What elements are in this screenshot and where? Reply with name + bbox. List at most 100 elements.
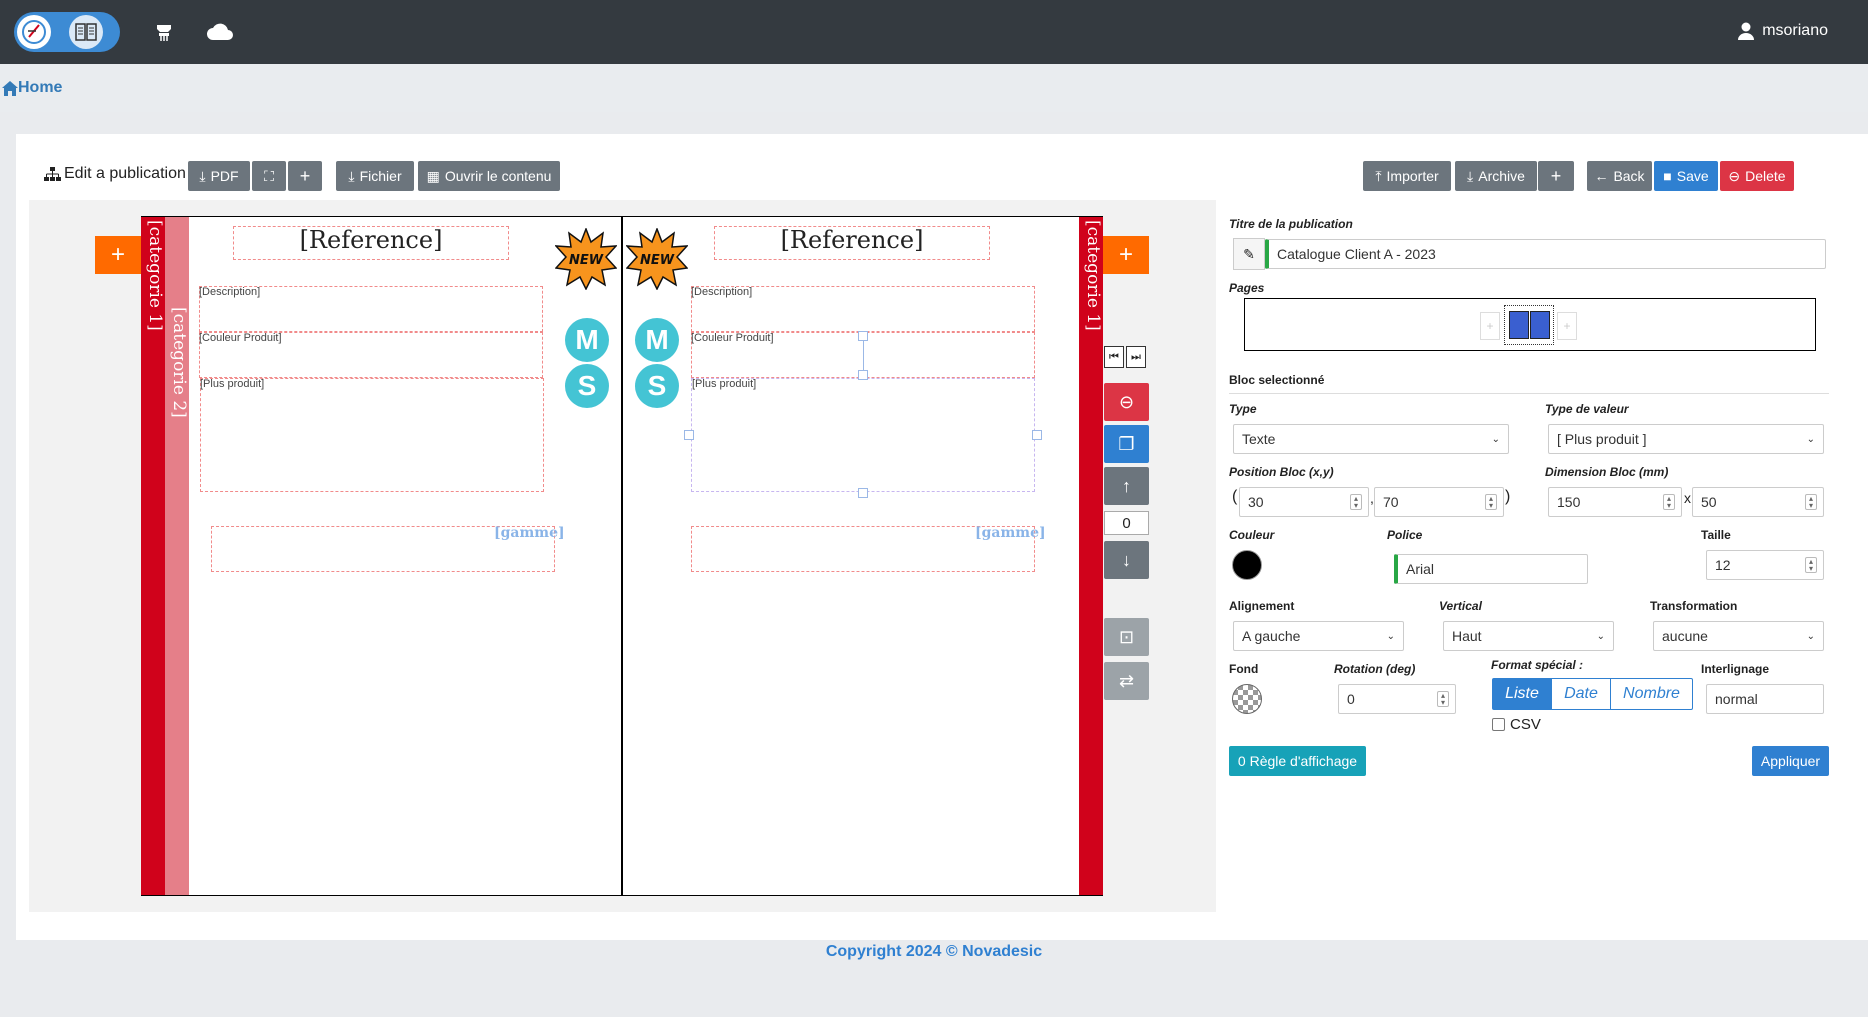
footer-copyright: Copyright 2024 © Novadesic [825, 943, 1043, 960]
resize-handle-right[interactable] [1032, 430, 1042, 440]
pos-y-input[interactable]: 70 ▴ ▾ [1374, 487, 1504, 517]
resize-handle-top[interactable] [858, 370, 868, 380]
right-new-badge-icon[interactable]: NEW [626, 228, 688, 290]
plus-icon: + [1550, 165, 1562, 186]
pos-x-input[interactable]: 30 ▴ ▾ [1239, 487, 1369, 517]
right-circle-s[interactable]: S [635, 364, 679, 408]
page-title-text: Edit a publication [64, 165, 186, 182]
layer-up-button[interactable]: ↑ [1104, 467, 1149, 505]
regle-affichage-button[interactable]: 0 Règle d'affichage [1229, 746, 1366, 776]
right-plus-block-selected[interactable] [691, 378, 1035, 492]
taille-value: 12 [1715, 557, 1731, 573]
fichier-button[interactable]: ⤓ Fichier [336, 161, 414, 191]
left-new-badge-icon[interactable]: NEW [555, 228, 617, 290]
edit-icon[interactable]: ✎ [1233, 238, 1265, 270]
dim-w-input[interactable]: 150 ▴ ▾ [1548, 487, 1682, 517]
left-plus-block[interactable] [200, 378, 544, 492]
table-icon: ▦ [426, 167, 440, 184]
crop-button[interactable]: ⛶ [252, 161, 286, 191]
left-category1-bar[interactable]: [categorie 1] [141, 217, 165, 895]
page-spread-thumbnail[interactable] [1504, 305, 1554, 345]
appliquer-button[interactable]: Appliquer [1752, 746, 1829, 776]
dim-h-input[interactable]: 50 ▴ ▾ [1692, 487, 1824, 517]
left-circle-m[interactable]: M [565, 318, 609, 362]
stepper-icon[interactable]: ▴ ▾ [1663, 494, 1675, 510]
top-navbar: msoriano [0, 0, 1868, 64]
alignement-select[interactable]: A gauche ⌄ [1233, 621, 1404, 651]
swap-image-button[interactable]: ⇄ [1104, 662, 1149, 700]
layer-index-field[interactable]: 0 [1104, 511, 1149, 535]
format-liste-button[interactable]: Liste [1492, 678, 1552, 710]
vertical-select[interactable]: Haut ⌄ [1443, 621, 1614, 651]
rotation-input[interactable]: 0 ▴ ▾ [1338, 684, 1456, 714]
resize-handle-left[interactable] [684, 430, 694, 440]
resize-handle-bottom[interactable] [858, 488, 868, 498]
fit-image-button[interactable]: ⊡ [1104, 618, 1149, 656]
fond-label: Fond [1229, 662, 1259, 676]
delete-label: Delete [1745, 168, 1786, 184]
left-circle-s[interactable]: S [565, 364, 609, 408]
transformation-select[interactable]: aucune ⌄ [1653, 621, 1824, 651]
add-page-right-button[interactable]: + [1103, 236, 1149, 274]
interlignage-label: Interlignage [1701, 662, 1770, 676]
layer-down-button[interactable]: ↓ [1104, 541, 1149, 579]
pdf-button[interactable]: ⤓ PDF [188, 161, 250, 191]
stepper-icon[interactable]: ▴ ▾ [1805, 557, 1817, 573]
importer-button[interactable]: ⤒ Importer [1363, 161, 1451, 191]
right-circle-m[interactable]: M [635, 318, 679, 362]
add-button[interactable]: + [288, 161, 322, 191]
breadcrumb-home[interactable]: Home [18, 79, 62, 97]
paren-open: ( [1232, 488, 1238, 505]
user-menu[interactable]: msoriano [1738, 22, 1828, 40]
color-swatch[interactable] [1232, 550, 1262, 580]
stepper-icon[interactable]: ▴ ▾ [1350, 494, 1362, 510]
remove-block-button[interactable]: ⊖ [1104, 383, 1149, 421]
app-switcher[interactable] [14, 12, 120, 52]
save-button[interactable]: ■ Save [1654, 161, 1718, 191]
police-label: Police [1387, 528, 1423, 542]
fond-transparent-swatch[interactable] [1232, 684, 1262, 714]
format-date-button[interactable]: Date [1551, 678, 1611, 710]
arrow-left-icon: ← [1594, 168, 1609, 184]
rotate-handle[interactable] [858, 331, 868, 341]
right-category1-bar[interactable]: [categorie 1] [1079, 217, 1103, 895]
copy-block-button[interactable]: ❐ [1104, 425, 1149, 463]
csv-checkbox[interactable] [1492, 718, 1505, 731]
right-couleur-text: [Couleur Produit] [691, 332, 774, 344]
sitemap-icon [44, 166, 61, 181]
home-icon[interactable] [2, 80, 18, 96]
police-input[interactable]: Arial [1394, 554, 1588, 584]
stepper-icon[interactable]: ▴ ▾ [1437, 691, 1449, 707]
dim-h-value: 50 [1701, 494, 1717, 510]
stepper-icon[interactable]: ▴ ▾ [1485, 494, 1497, 510]
plus-icon: + [1118, 241, 1133, 268]
stepper-icon[interactable]: ▴ ▾ [1805, 494, 1817, 510]
vertical-value: Haut [1452, 628, 1482, 644]
titre-input[interactable]: Catalogue Client A - 2023 [1265, 239, 1826, 269]
valeur-select[interactable]: [ Plus produit ] ⌄ [1548, 424, 1824, 454]
archive-button[interactable]: ⤓ Archive [1455, 161, 1537, 191]
appliquer-label: Appliquer [1760, 753, 1821, 769]
add-page-before-icon[interactable]: + [1480, 312, 1500, 340]
last-page-icon[interactable]: ⏭ [1126, 346, 1146, 368]
taille-input[interactable]: 12 ▴ ▾ [1706, 550, 1824, 580]
ouvrir-contenu-button[interactable]: ▦ Ouvrir le contenu [418, 161, 560, 191]
left-category2-bar[interactable]: [categorie 2] [165, 217, 189, 895]
delete-button[interactable]: ⊖ Delete [1720, 161, 1794, 191]
archive-add-button[interactable]: + [1538, 161, 1574, 191]
back-button[interactable]: ← Back [1587, 161, 1652, 191]
add-page-left-button[interactable]: + [95, 236, 141, 274]
left-reference-text: [Reference] [299, 226, 443, 254]
first-page-icon[interactable]: ⏮ [1104, 346, 1124, 368]
hosting-icon[interactable] [150, 18, 178, 46]
interlignage-input[interactable]: normal [1706, 684, 1824, 714]
chevron-down-icon: ⌄ [1806, 433, 1815, 445]
regle-label: 0 Règle d'affichage [1237, 753, 1358, 769]
app-logo-icon[interactable] [17, 15, 51, 49]
cloud-icon[interactable] [206, 18, 234, 46]
add-page-after-icon[interactable]: + [1557, 312, 1577, 340]
pages-label: Pages [1229, 281, 1265, 295]
format-nombre-button[interactable]: Nombre [1610, 678, 1693, 710]
type-select[interactable]: Texte ⌄ [1233, 424, 1509, 454]
catalog-book-icon[interactable] [69, 15, 103, 49]
